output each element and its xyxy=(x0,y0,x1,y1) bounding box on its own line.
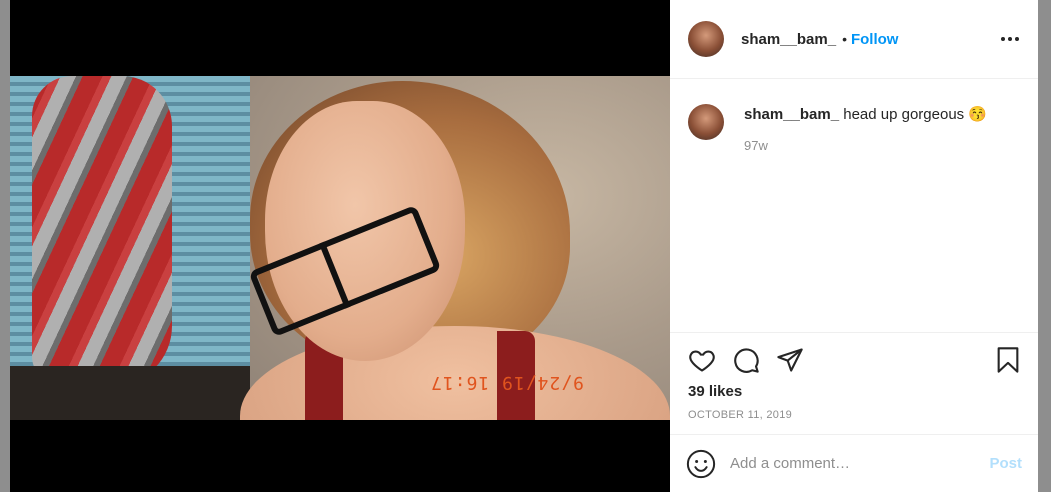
caption-body: sham__bam_ head up gorgeous 😚 97w xyxy=(744,104,987,153)
likes-count[interactable]: 39 likes xyxy=(688,383,1022,400)
caption-comment: sham__bam_ head up gorgeous 😚 97w xyxy=(688,104,1022,153)
comment-icon[interactable] xyxy=(732,346,760,374)
action-icons xyxy=(688,345,1022,375)
photo-shelf xyxy=(10,366,250,420)
emoji-icon[interactable] xyxy=(686,449,716,479)
caption-age[interactable]: 97w xyxy=(744,138,987,153)
more-options-icon[interactable] xyxy=(998,27,1022,51)
author-avatar[interactable] xyxy=(688,21,724,57)
heart-icon[interactable] xyxy=(688,346,716,374)
comment-input[interactable] xyxy=(730,455,990,472)
photo-timestamp: 9/24/19 16:17 xyxy=(430,372,584,393)
post-header: sham__bam_ • Follow xyxy=(670,0,1038,79)
share-icon[interactable] xyxy=(776,346,804,374)
follow-button[interactable]: Follow xyxy=(851,31,899,48)
comments-list: sham__bam_ head up gorgeous 😚 97w xyxy=(670,79,1038,332)
photo-pillow xyxy=(32,76,172,386)
caption-avatar[interactable] xyxy=(688,104,724,140)
caption-text-line: sham__bam_ head up gorgeous 😚 xyxy=(744,106,987,124)
post-modal: 9/24/19 16:17 sham__bam_ • Follow sham__… xyxy=(10,0,1038,492)
post-photo[interactable]: 9/24/19 16:17 xyxy=(10,76,670,420)
post-side-panel: sham__bam_ • Follow sham__bam_ head up g… xyxy=(670,0,1038,492)
action-bar: 39 likes OCTOBER 11, 2019 xyxy=(670,332,1038,434)
separator-dot: • xyxy=(842,31,847,47)
caption-username[interactable]: sham__bam_ xyxy=(744,106,839,123)
bookmark-icon[interactable] xyxy=(994,346,1022,374)
post-media: 9/24/19 16:17 xyxy=(10,0,670,492)
post-date[interactable]: OCTOBER 11, 2019 xyxy=(688,409,1022,421)
comment-composer: Post xyxy=(670,434,1038,492)
caption-text: head up gorgeous 😚 xyxy=(843,106,988,123)
post-comment-button[interactable]: Post xyxy=(989,455,1022,472)
author-username[interactable]: sham__bam_ xyxy=(741,31,836,48)
